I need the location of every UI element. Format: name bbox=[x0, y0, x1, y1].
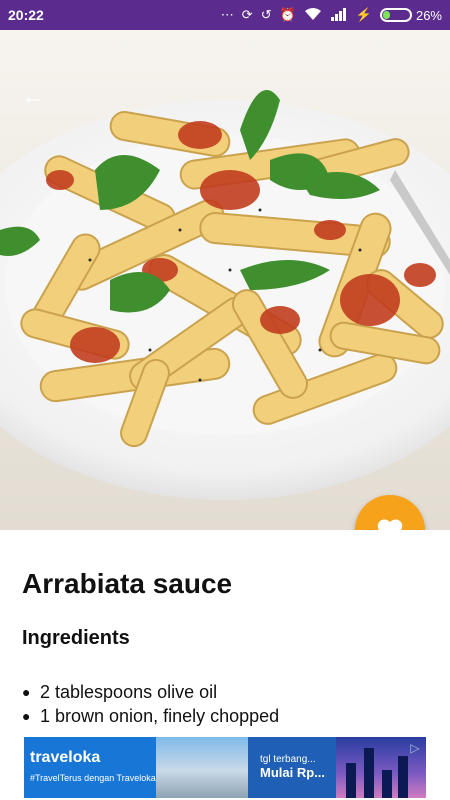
status-icons: ⋯ ⟳ ↺ ⏰ ⚡ 26% bbox=[221, 7, 442, 24]
wifi-icon bbox=[304, 7, 322, 24]
recipe-content: Arrabiata sauce Ingredients ● 2 tablespoo… bbox=[0, 530, 450, 735]
sync-icon: ⟳ bbox=[241, 7, 253, 22]
ingredient-text: 2 tablespoons olive oil bbox=[40, 682, 218, 702]
dots-icon: ⋯ bbox=[220, 7, 234, 22]
battery-fill bbox=[382, 11, 390, 19]
recipe-image: ← bbox=[0, 30, 450, 530]
ad-choices-icon[interactable]: ▷ bbox=[408, 741, 422, 755]
battery-indicator: 26% bbox=[379, 7, 442, 23]
list-item: ● 2 tablespoons olive oil bbox=[22, 680, 279, 704]
ad-banner[interactable]: traveloka #TravelTerus dengan Traveloka … bbox=[0, 735, 450, 800]
status-time: 20:22 bbox=[8, 7, 44, 23]
ingredient-text: 1 brown onion, finely chopped bbox=[40, 706, 280, 726]
building-shape bbox=[382, 770, 392, 798]
building-shape bbox=[364, 748, 374, 798]
rotation-lock-icon: ↺ bbox=[260, 7, 272, 22]
ad-creative[interactable]: traveloka #TravelTerus dengan Traveloka … bbox=[24, 737, 426, 798]
ad-line2: Mulai Rp... bbox=[260, 765, 325, 780]
ingredients-heading: Ingredients bbox=[22, 627, 130, 649]
charging-icon: ⚡ bbox=[355, 7, 372, 22]
bullet-icon: ● bbox=[22, 684, 31, 700]
building-shape bbox=[398, 756, 408, 798]
signal-icon bbox=[330, 7, 348, 24]
bullet-icon: ● bbox=[22, 708, 31, 724]
pasta-photo bbox=[0, 30, 450, 530]
building-shape bbox=[346, 763, 356, 798]
ad-text: tgl terbang... Mulai Rp... bbox=[260, 753, 325, 779]
battery-icon bbox=[379, 8, 412, 22]
ingredients-list: ● 2 tablespoons olive oil ● 1 brown onion,… bbox=[22, 680, 279, 728]
alarm-icon: ⏰ bbox=[279, 7, 296, 22]
back-arrow-icon[interactable]: ← bbox=[18, 82, 48, 112]
ad-brand-logo: traveloka #TravelTerus dengan Traveloka … bbox=[30, 749, 176, 783]
status-bar: 20:22 ⋯ ⟳ ↺ ⏰ ⚡ 26% bbox=[0, 0, 450, 30]
ad-monument-image bbox=[156, 737, 334, 798]
recipe-title: Arrabiata sauce bbox=[22, 568, 233, 599]
battery-percent: 26% bbox=[415, 7, 442, 23]
ad-hashtag: #TravelTerus dengan Traveloka Poin bbox=[30, 773, 177, 783]
list-item: ● 1 brown onion, finely chopped bbox=[22, 704, 279, 728]
ad-brand: traveloka bbox=[30, 749, 101, 766]
